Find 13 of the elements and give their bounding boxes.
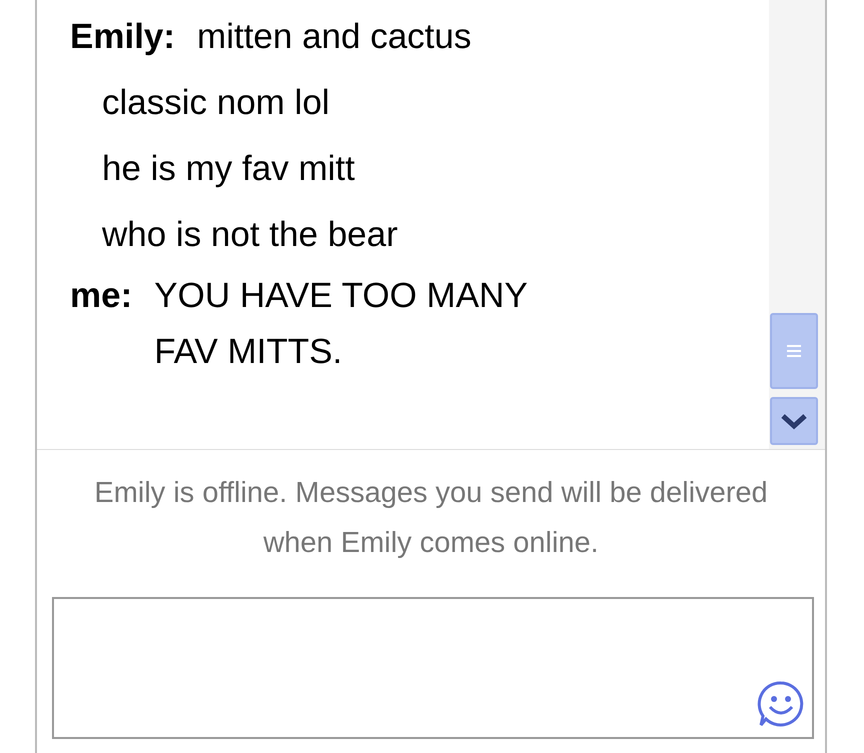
chevron-down-icon — [780, 412, 808, 430]
message-input[interactable] — [52, 597, 814, 739]
sender-name: me: — [70, 275, 132, 317]
scrollbar-thumb[interactable] — [770, 313, 818, 389]
scroll-down-button[interactable] — [770, 397, 818, 445]
message-text: YOU HAVE TOO MANY FAV MITTS. — [154, 275, 528, 373]
sender-name: Emily: — [70, 16, 176, 58]
smiley-icon[interactable] — [756, 679, 806, 729]
message-text: he is my fav mitt — [102, 148, 355, 190]
message-text: classic nom lol — [102, 82, 330, 124]
offline-notice: Emily is offline. Messages you send will be delivered when Emily comes online. — [93, 476, 769, 561]
message-text: mitten and cactus — [197, 16, 472, 58]
message-text: who is not the bear — [102, 214, 398, 256]
